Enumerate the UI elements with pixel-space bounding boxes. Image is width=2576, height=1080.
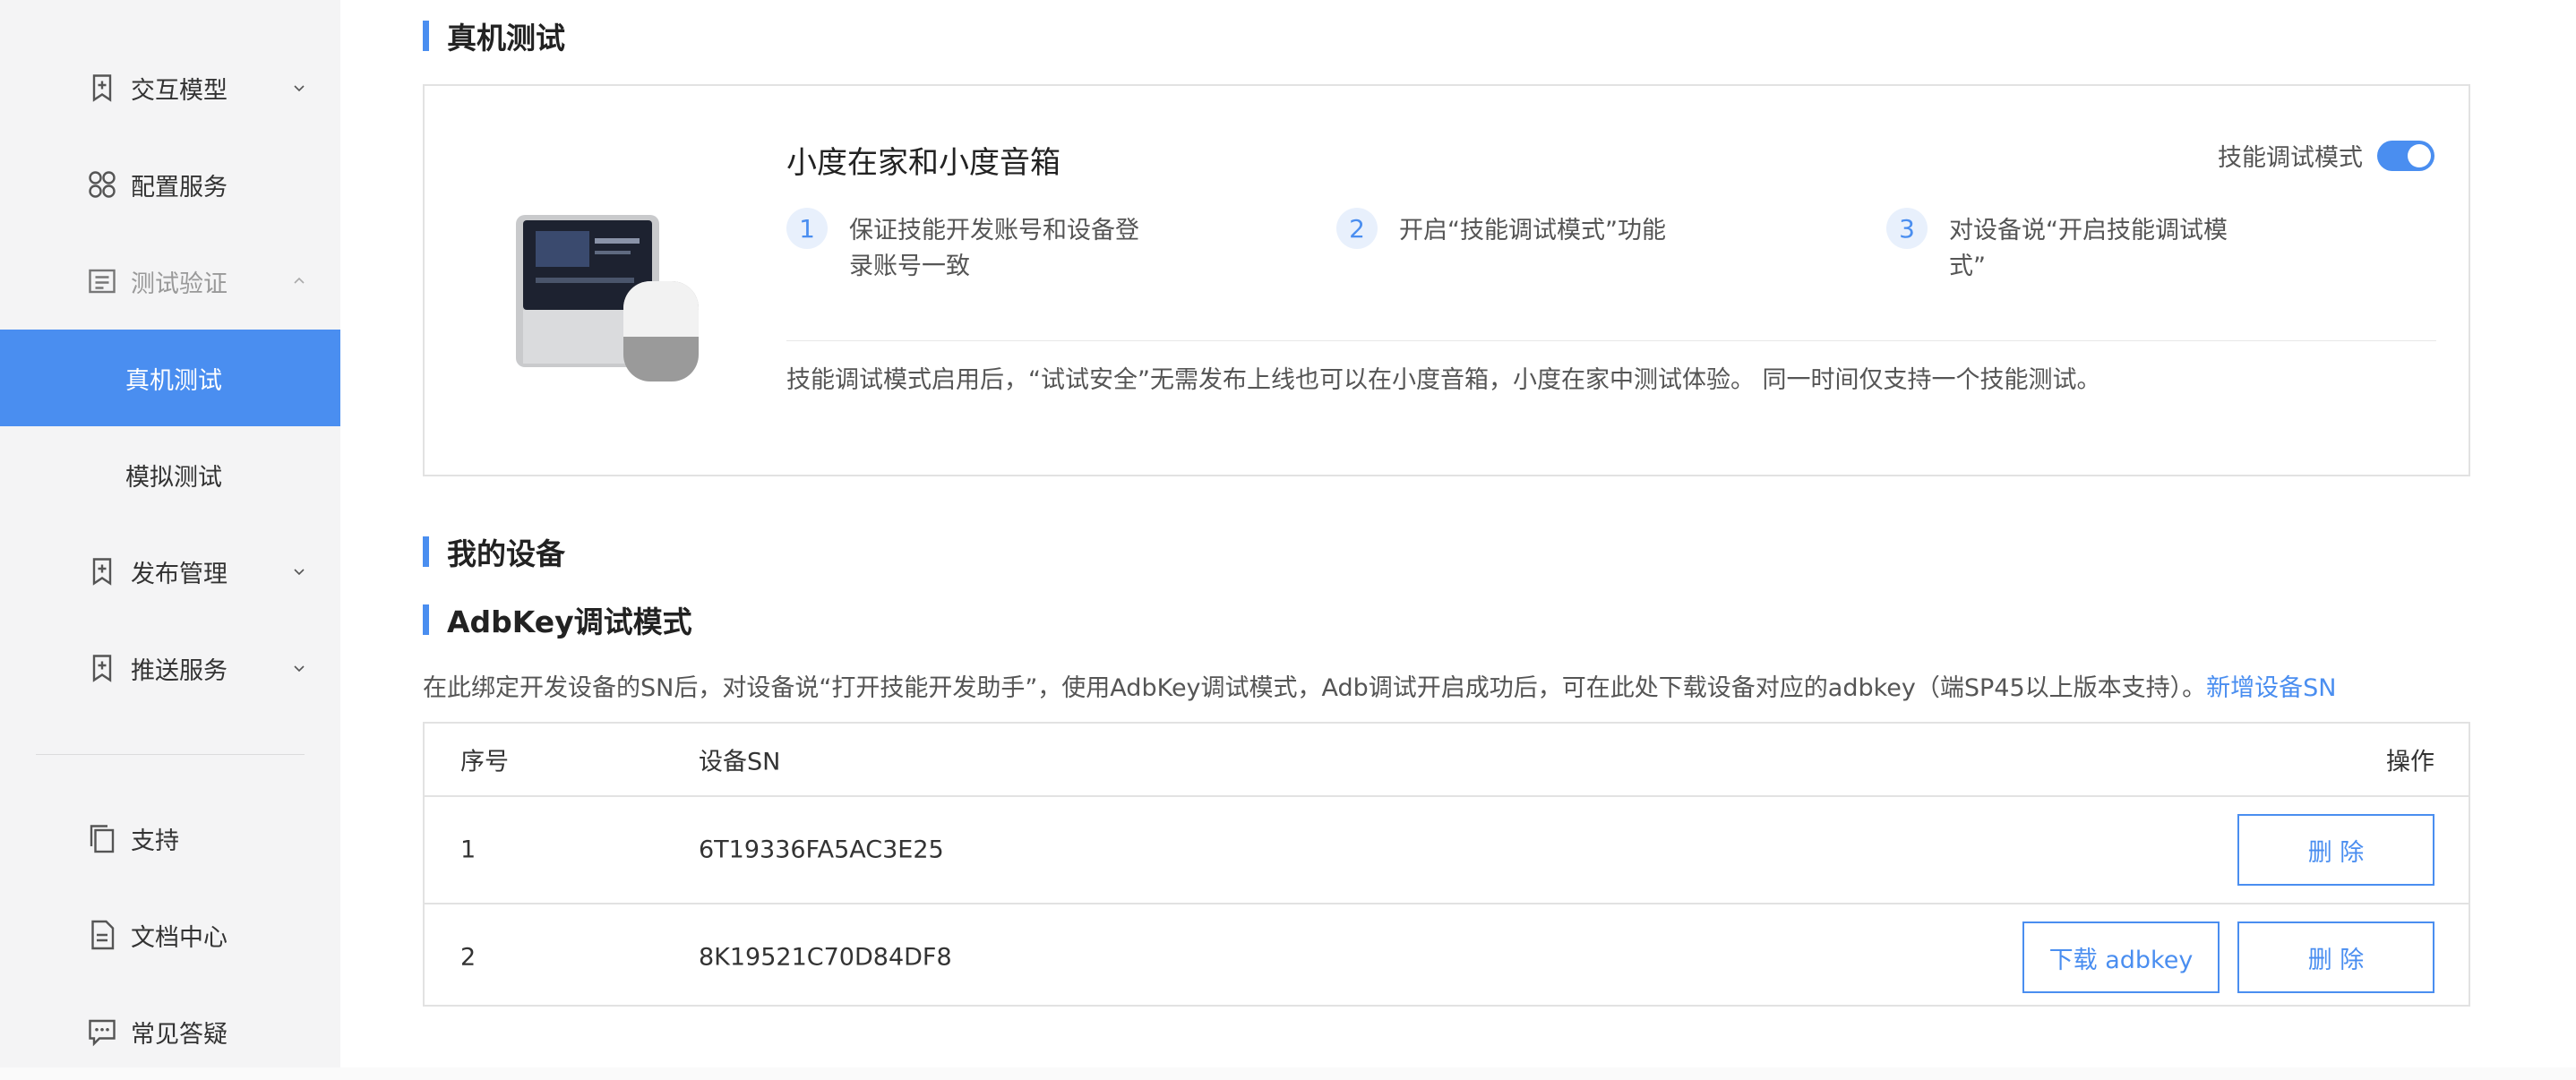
row-sn: 6T19336FA5AC3E25 xyxy=(699,836,944,864)
section-title-my-devices: 我的设备 xyxy=(423,530,565,573)
section-title-adbkey: AdbKey调试模式 xyxy=(423,598,692,641)
device-image xyxy=(516,215,699,381)
table-row: 1 6T19336FA5AC3E25 删 除 xyxy=(425,797,2469,904)
section-title-text: 我的设备 xyxy=(447,536,565,571)
sidebar-item-label: 发布管理 xyxy=(131,560,228,588)
sidebar-item-release-management[interactable]: 发布管理 xyxy=(0,523,340,620)
add-device-sn-link[interactable]: 新增设备SN xyxy=(2206,674,2336,702)
sidebar-item-config-service[interactable]: 配置服务 xyxy=(0,136,340,233)
sidebar-item-label: 配置服务 xyxy=(131,173,228,201)
section-accent-bar xyxy=(423,536,429,567)
main-content: 真机测试 小度在家和小度音箱 技能调试模式 1 保证技能开发账号和设备登录账号一… xyxy=(340,0,2576,1067)
table-row: 2 8K19521C70D84DF8 下载 adbkey 删 除 xyxy=(425,904,2469,1010)
bookmark-plus-icon xyxy=(92,558,112,586)
sidebar-item-label: 文档中心 xyxy=(131,923,228,952)
download-adbkey-button[interactable]: 下载 adbkey xyxy=(2022,921,2220,993)
grid-icon xyxy=(89,171,116,198)
sidebar-item-label: 常见答疑 xyxy=(131,1020,228,1049)
card-divider xyxy=(786,340,2436,341)
sidebar-divider xyxy=(36,754,305,755)
chevron-down-icon xyxy=(294,665,305,673)
sidebar-item-label: 真机测试 xyxy=(125,366,222,395)
sidebar-item-simulated-test[interactable]: 模拟测试 xyxy=(0,426,340,523)
debug-mode-toggle-group: 技能调试模式 xyxy=(2218,138,2434,173)
step-number: 1 xyxy=(786,208,828,249)
header-sn: 设备SN xyxy=(699,748,781,776)
section-accent-bar xyxy=(423,21,429,51)
sidebar-item-test-verify[interactable]: 测试验证 xyxy=(0,233,340,330)
section-title-text: AdbKey调试模式 xyxy=(447,604,692,639)
step-text: 保证技能开发账号和设备登录账号一致 xyxy=(849,217,1139,280)
sidebar-item-label: 支持 xyxy=(131,827,179,855)
sidebar-item-real-device-test[interactable]: 真机测试 xyxy=(0,330,340,426)
toggle-knob xyxy=(2408,143,2431,167)
card-note: 技能调试模式启用后，“试试安全”无需发布上线也可以在小度音箱，小度在家中测试体验… xyxy=(786,366,2101,394)
step-number: 3 xyxy=(1886,208,1928,249)
step-text: 开启“技能调试模式”功能 xyxy=(1399,217,1666,244)
header-index: 序号 xyxy=(460,748,509,776)
section-accent-bar xyxy=(423,604,429,635)
copy-icon xyxy=(90,825,115,853)
step-text: 对设备说“开启技能调试模式” xyxy=(1949,217,2228,280)
adbkey-description: 在此绑定开发设备的SN后，对设备说“打开技能开发助手”，使用AdbKey调试模式… xyxy=(423,668,2337,703)
bookmark-plus-icon xyxy=(92,74,112,102)
sidebar-item-label: 模拟测试 xyxy=(125,463,222,492)
step-1: 1 保证技能开发账号和设备登录账号一致 xyxy=(786,208,1154,285)
device-table: 序号 设备SN 操作 1 6T19336FA5AC3E25 删 除 2 8K19… xyxy=(423,722,2470,1007)
sidebar-item-push-service[interactable]: 推送服务 xyxy=(0,620,340,716)
header-operation: 操作 xyxy=(2386,748,2434,776)
chat-icon xyxy=(89,1019,116,1047)
sidebar-item-interaction-model[interactable]: 交互模型 xyxy=(0,39,340,136)
sidebar-item-faq[interactable]: 常见答疑 xyxy=(0,983,340,1080)
debug-mode-toggle[interactable] xyxy=(2377,140,2434,171)
chevron-down-icon xyxy=(294,85,305,92)
chevron-down-icon xyxy=(294,569,305,576)
section-title-real-device: 真机测试 xyxy=(423,14,565,57)
row-index: 2 xyxy=(460,943,477,972)
step-2: 2 开启“技能调试模式”功能 xyxy=(1336,208,1757,249)
bookmark-plus-icon xyxy=(92,655,112,682)
section-title-text: 真机测试 xyxy=(447,21,565,56)
device-card: 小度在家和小度音箱 技能调试模式 1 保证技能开发账号和设备登录账号一致 2 开… xyxy=(423,84,2470,476)
document-list-icon xyxy=(89,269,116,294)
sidebar-item-doc-center[interactable]: 文档中心 xyxy=(0,887,340,983)
row-sn: 8K19521C70D84DF8 xyxy=(699,943,952,972)
debug-mode-label: 技能调试模式 xyxy=(2218,144,2363,172)
card-title: 小度在家和小度音箱 xyxy=(786,145,1060,181)
row-index: 1 xyxy=(460,836,477,864)
sidebar-item-support[interactable]: 支持 xyxy=(0,790,340,887)
delete-button[interactable]: 删 除 xyxy=(2237,814,2434,886)
document-icon xyxy=(91,920,115,950)
delete-button[interactable]: 删 除 xyxy=(2237,921,2434,993)
sidebar-item-label: 测试验证 xyxy=(131,270,228,298)
chevron-up-icon xyxy=(294,277,305,284)
sidebar: 交互模型 配置服务 测试验证 真机测试 模拟测试 发布管理 推送服务 支持 文档… xyxy=(0,0,340,1067)
table-header: 序号 设备SN 操作 xyxy=(425,724,2469,797)
step-number: 2 xyxy=(1336,208,1378,249)
sidebar-item-label: 交互模型 xyxy=(131,76,228,105)
description-text: 在此绑定开发设备的SN后，对设备说“打开技能开发助手”，使用AdbKey调试模式… xyxy=(423,674,2207,702)
step-3: 3 对设备说“开启技能调试模式” xyxy=(1886,208,2245,285)
sidebar-item-label: 推送服务 xyxy=(131,656,228,685)
